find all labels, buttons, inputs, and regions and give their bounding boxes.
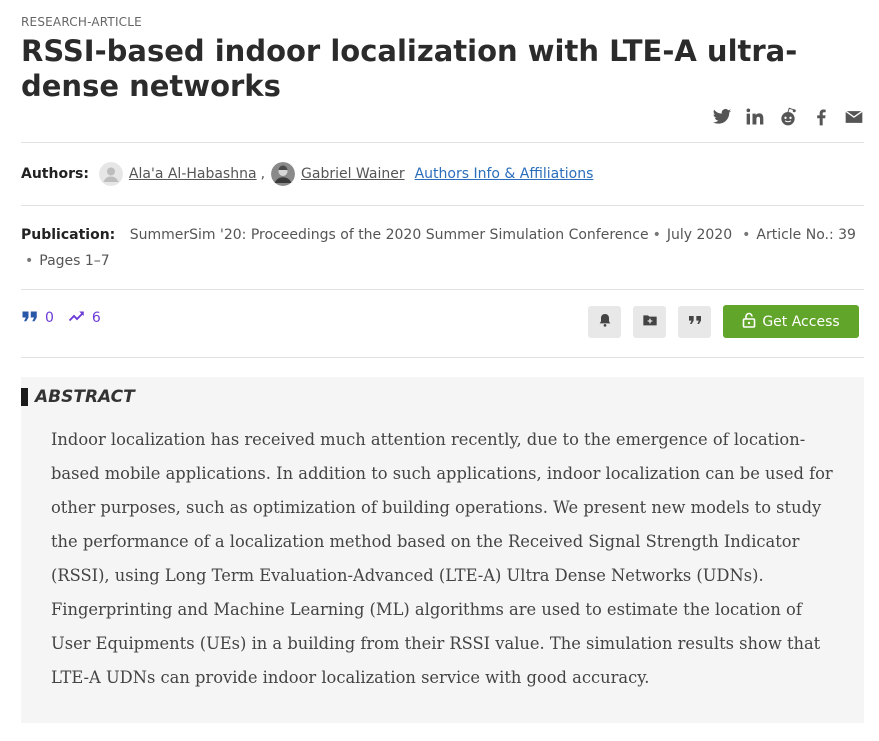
article-type-label: RESEARCH-ARTICLE	[21, 15, 142, 29]
avatar	[271, 162, 296, 186]
reddit-icon[interactable]	[777, 106, 798, 127]
article-number: Article No.: 39	[756, 227, 856, 243]
abstract-text: Indoor localization has received much at…	[51, 430, 833, 687]
download-count[interactable]: 6	[92, 310, 101, 326]
bell-icon	[597, 312, 613, 332]
email-icon[interactable]	[843, 106, 864, 127]
author-separator: ,	[260, 166, 266, 182]
avatar	[98, 162, 123, 186]
trending-icon	[68, 307, 86, 329]
author-link[interactable]: Ala'a Al-Habashna	[129, 166, 257, 182]
facebook-icon[interactable]	[810, 106, 831, 127]
add-to-binder-button[interactable]	[633, 305, 666, 338]
citation-count[interactable]: 0	[45, 310, 54, 326]
linkedin-icon[interactable]	[744, 106, 765, 127]
quote-icon	[687, 312, 703, 332]
get-access-label: Get Access	[762, 313, 840, 330]
article-title: RSSI-based indoor localization with LTE-…	[21, 34, 798, 103]
alert-button[interactable]	[588, 305, 621, 338]
quote-icon	[21, 307, 39, 329]
divider	[21, 357, 864, 358]
author-link[interactable]: Gabriel Wainer	[301, 166, 405, 182]
abstract-section: ABSTRACT Indoor localization has receive…	[21, 377, 864, 723]
authors-info-link[interactable]: Authors Info & Affiliations	[415, 166, 594, 182]
bullet: •	[652, 227, 661, 243]
abstract-heading: ABSTRACT	[35, 387, 135, 407]
get-access-button[interactable]: Get Access	[723, 305, 859, 338]
cite-button[interactable]	[678, 305, 711, 338]
authors-label: Authors:	[21, 166, 89, 182]
abstract-marker	[21, 388, 28, 406]
divider	[21, 142, 864, 143]
metrics-bar: 0 6	[21, 307, 101, 329]
bullet: •	[742, 227, 751, 243]
share-bar	[711, 106, 864, 127]
unlock-icon	[742, 312, 756, 332]
publication-date: July 2020	[666, 227, 733, 243]
publication-venue-link[interactable]: SummerSim '20: Proceedings of the 2020 S…	[130, 227, 649, 243]
twitter-icon[interactable]	[711, 106, 732, 127]
divider	[21, 205, 864, 206]
folder-add-icon	[642, 312, 658, 332]
abstract-header: ABSTRACT	[21, 387, 135, 407]
page-range: Pages 1–7	[39, 253, 110, 269]
divider	[21, 289, 864, 290]
bullet: •	[25, 253, 34, 269]
publication-label: Publication:	[21, 227, 116, 243]
publication-row: Publication: SummerSim '20: Proceedings …	[21, 222, 864, 274]
actions-bar: Get Access	[588, 305, 859, 338]
authors-row: Authors: Ala'a Al-Habashna , Gabriel Wai…	[21, 160, 593, 188]
